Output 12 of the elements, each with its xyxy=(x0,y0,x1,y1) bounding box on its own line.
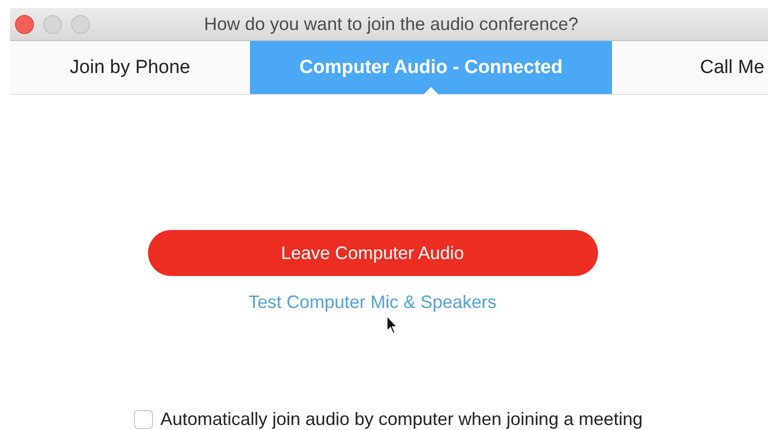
tab[interactable]: Join by Phone xyxy=(10,41,250,94)
minimize-button[interactable] xyxy=(43,14,62,34)
test-link[interactable]: Test Computer Mic & Speakers xyxy=(248,292,497,313)
zoom-button[interactable] xyxy=(71,14,90,34)
tab[interactable]: Call Me xyxy=(612,41,768,94)
checkbox-label: Automatically join audio by computer when joining a meeting xyxy=(160,409,643,430)
cursor-icon xyxy=(386,315,398,335)
leave-audio-button[interactable]: Leave Computer Audio xyxy=(148,230,598,276)
window-title: How do you want to join the audio conference? xyxy=(204,14,578,34)
close-button[interactable] xyxy=(15,14,34,34)
checkbox[interactable] xyxy=(134,410,154,429)
tab[interactable]: Computer Audio - Connected xyxy=(250,41,612,94)
